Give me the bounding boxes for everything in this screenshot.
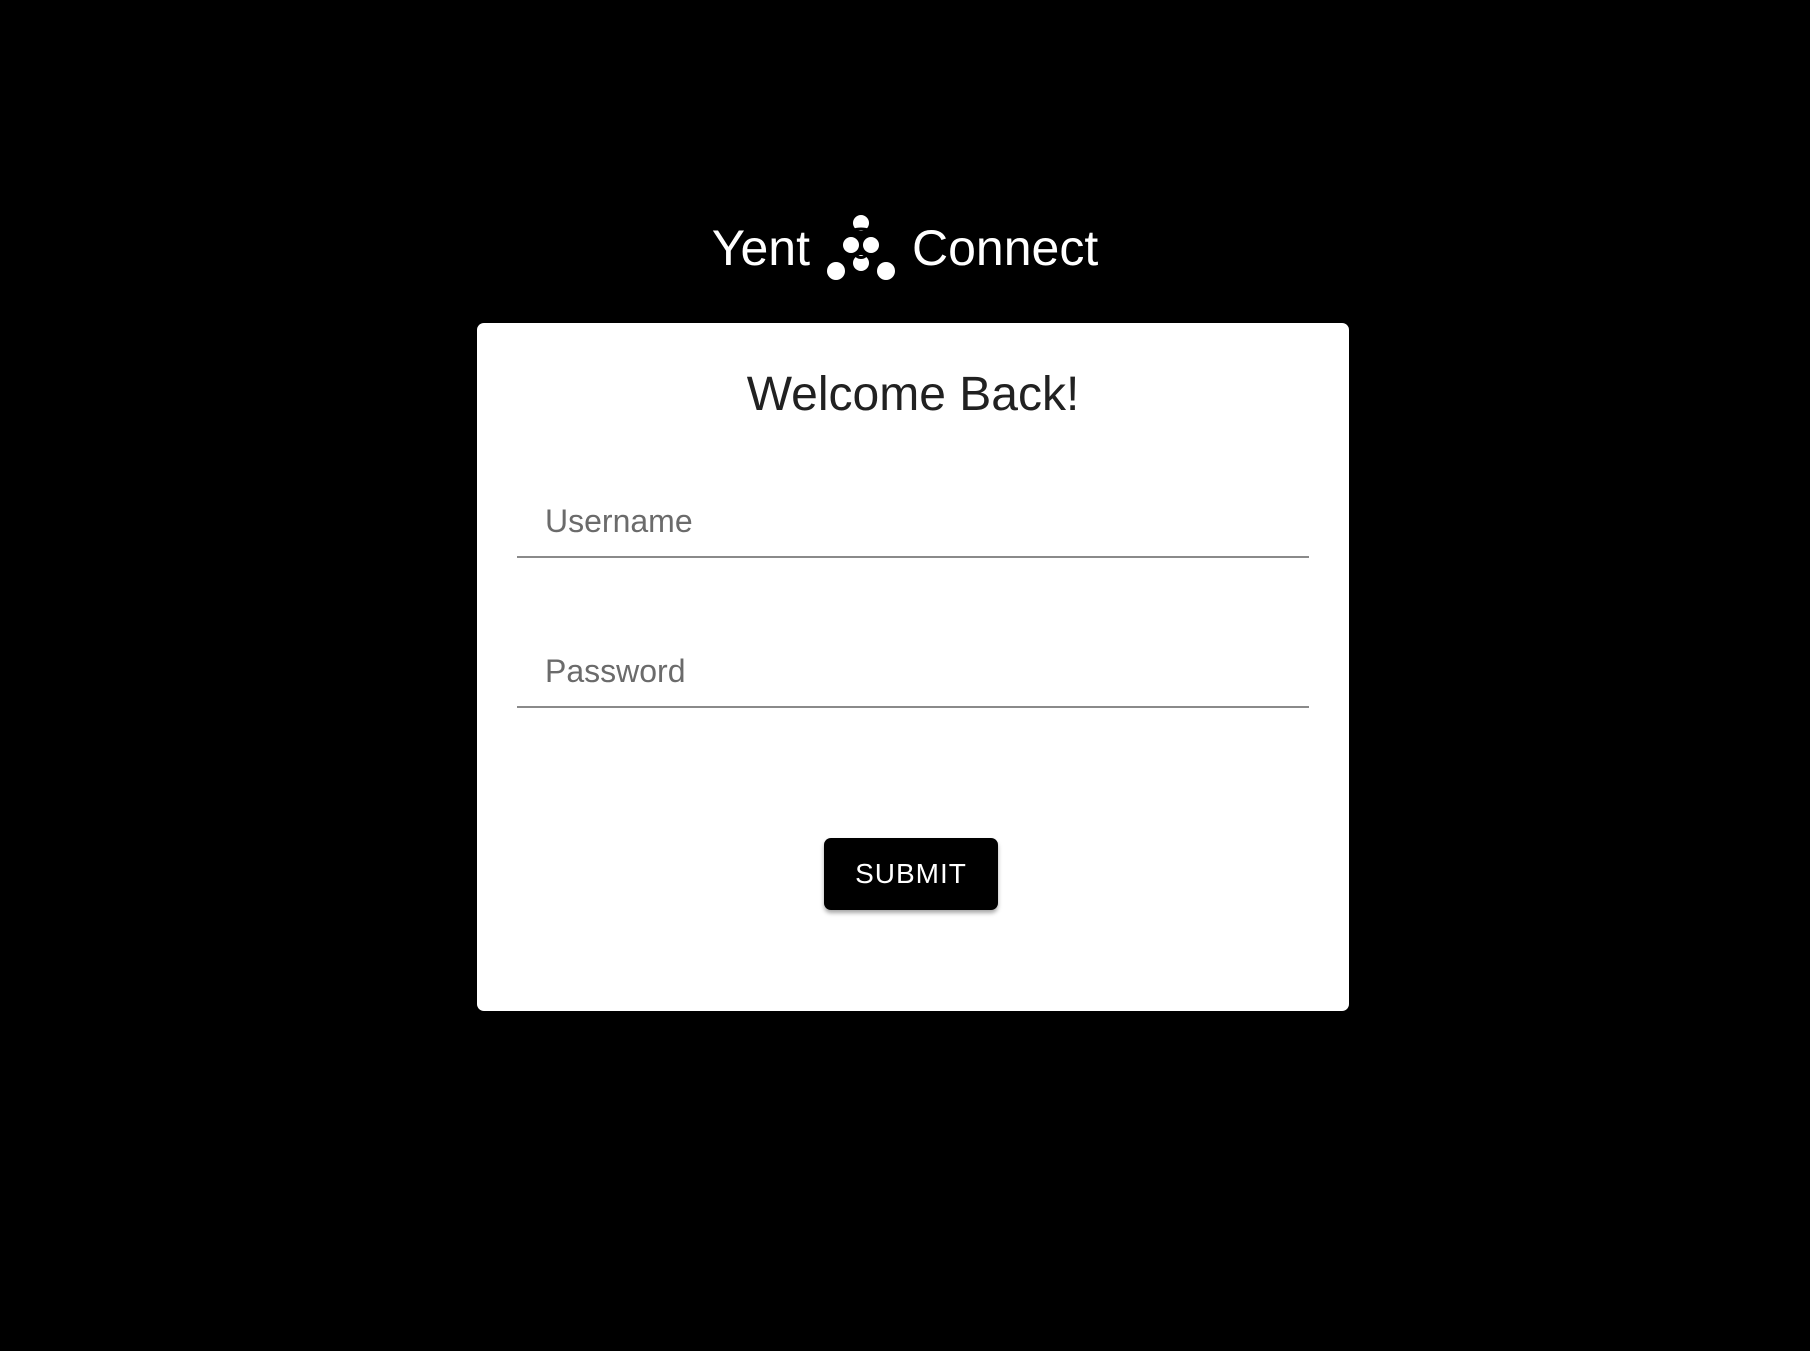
welcome-title: Welcome Back! [746,368,1080,421]
brand-header: Yent Connect [0,208,1810,288]
triple-knot-logo-icon [824,213,898,283]
brand-right-word: Connect [912,220,1099,276]
submit-button[interactable]: SUBMIT [824,838,998,910]
login-card: Welcome Back! SUBMIT [477,323,1349,1011]
password-input[interactable] [517,636,1309,706]
password-field [517,628,1309,708]
login-page: Yent Connect Welcome Back! Username SUBM… [0,0,1810,1351]
username-field [517,478,1309,558]
username-input[interactable] [517,486,1309,556]
brand-left-word: Yent [711,220,811,276]
